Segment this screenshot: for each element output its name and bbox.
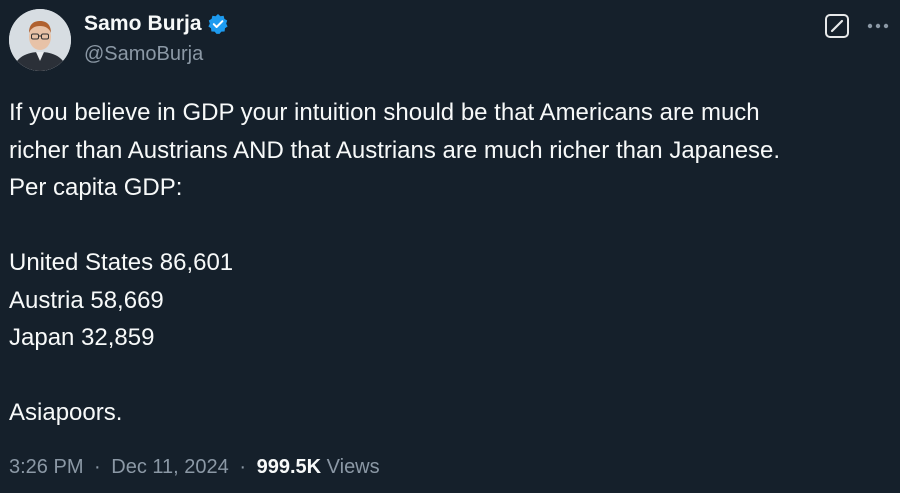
tweet-line: Japan 32,859 [9,324,155,351]
author-handle[interactable]: @SamoBurja [84,43,203,66]
verified-badge-icon[interactable] [207,13,229,35]
avatar-image [9,9,71,71]
tweet-line: United States 86,601 [9,249,234,276]
tweet-text: If you believe in GDP your intuition sho… [9,94,889,432]
author-name-row: Samo Burja [84,10,229,38]
tweet-line: richer than Austrians AND that Austrians… [9,136,781,164]
tweet-line: If you believe in GDP your intuition sho… [9,99,760,126]
meta-separator: · [94,456,101,478]
views-label: Views [326,456,380,478]
tweet-line: Per capita GDP: [9,174,183,201]
author-display-name[interactable]: Samo Burja [84,12,202,36]
avatar[interactable] [9,9,71,71]
views-count[interactable]: 999.5K [257,456,322,478]
grok-icon[interactable] [824,13,850,39]
tweet-line: Asiapoors. [9,399,123,426]
tweet-line: Austria 58,669 [9,286,164,314]
tweet-time[interactable]: 3:26 PM [9,456,83,478]
tweet-date[interactable]: Dec 11, 2024 [111,456,229,478]
tweet-card: Samo Burja @SamoBurja If you believe in … [0,0,900,493]
meta-separator: · [239,456,247,478]
tweet-meta: 3:26 PM · Dec 11, 2024 · 999.5K Views [9,456,380,479]
more-dots-icon[interactable] [864,13,892,39]
